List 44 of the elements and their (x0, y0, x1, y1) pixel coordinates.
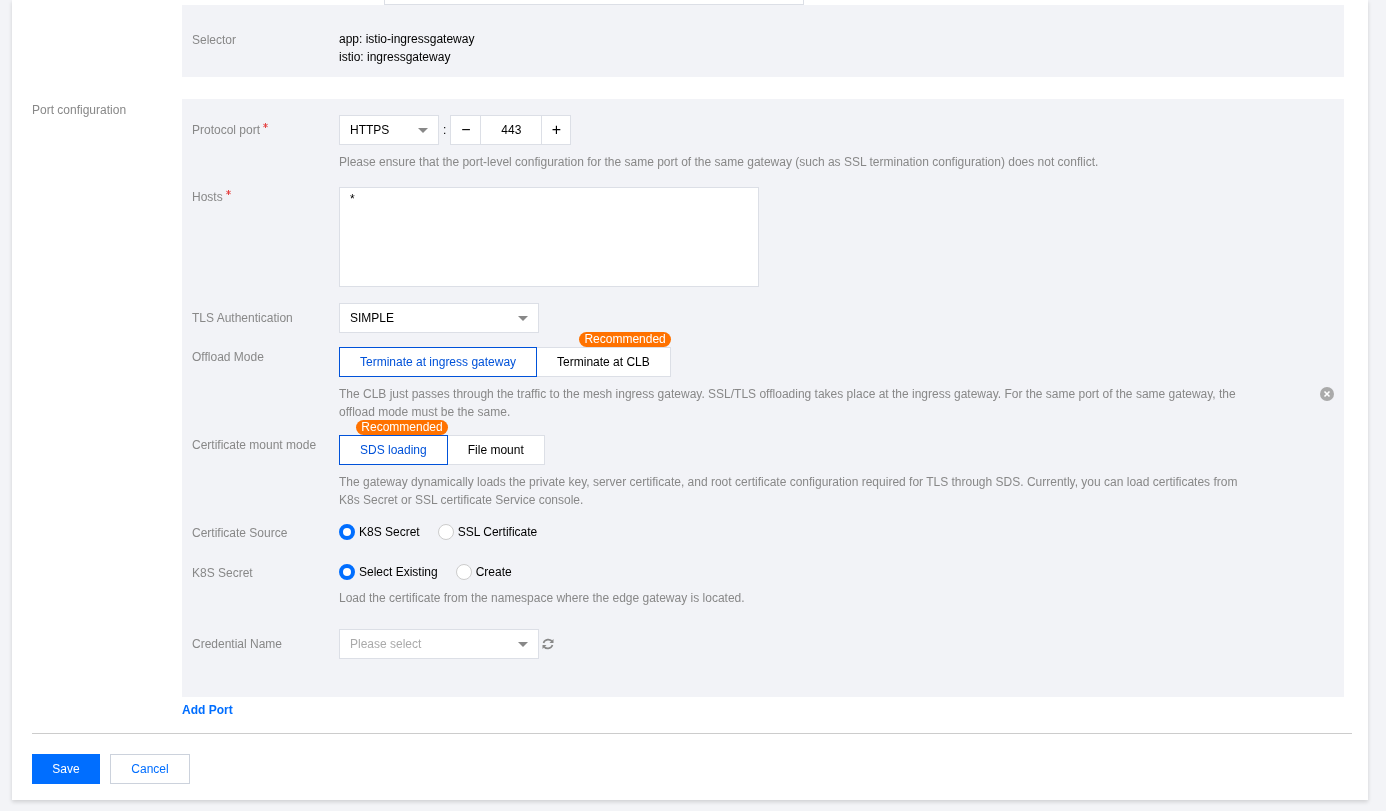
input-field[interactable] (384, 0, 804, 5)
selector-value: istio: ingressgateway (339, 49, 452, 66)
required-icon (263, 123, 269, 128)
field-label: K8S Secret (192, 566, 253, 580)
section-label: Port configuration (32, 102, 128, 119)
caret-icon (518, 641, 528, 647)
recommended-badge: Recommended (579, 332, 671, 347)
select-field[interactable]: SIMPLE (339, 303, 539, 333)
protocol-select[interactable]: HTTPS (339, 115, 439, 145)
segment-tab[interactable]: Terminate at CLB (536, 347, 671, 377)
increment-button[interactable]: + (541, 115, 572, 145)
hint-text: Please ensure that the port-level configuration for the same port of the same gateway (such as SSL termination configuration) does not conflict. (339, 154, 1099, 171)
caret-icon (518, 315, 528, 321)
radio-option[interactable]: K8S Secret (339, 523, 420, 541)
field-label: Certificate Source (192, 526, 288, 540)
radio-option[interactable]: SSL Certificate (437, 523, 538, 541)
radio-option[interactable]: Select Existing (339, 563, 438, 581)
add-port-link[interactable]: Add Port (182, 701, 233, 719)
hint-text: The gateway dynamically loads the private key, server certificate, and root certificate configuration required for TLS through SDS. Currently, you can load certificates from K8s Secret or SSL certificate Service console. (339, 474, 1239, 509)
radio-option[interactable]: Create (455, 563, 512, 581)
field-label: Protocol port (192, 123, 261, 137)
save-button[interactable]: Save (32, 754, 100, 784)
hosts-textarea[interactable]: * (339, 187, 759, 287)
field-label: Selector (192, 32, 238, 49)
field-label: Offload Mode (192, 350, 264, 364)
segment-tab[interactable]: File mount (446, 435, 545, 465)
hint-text: The CLB just passes through the traffic to the mesh ingress gateway. SSL/TLS offloading takes place at the ingress gateway. For the same port of the same gateway, the offload mode must be the same. (339, 386, 1237, 421)
cancel-button[interactable]: Cancel (110, 754, 190, 784)
field-label: Certificate mount mode (192, 438, 317, 452)
field-label: Credential Name (192, 637, 283, 651)
refresh-icon[interactable] (541, 637, 555, 651)
required-icon (225, 190, 231, 195)
segment-tab[interactable]: Terminate at ingress gateway (339, 347, 538, 377)
separator-text: : (443, 122, 447, 139)
caret-icon (418, 127, 428, 133)
port-input[interactable]: 443 (481, 115, 542, 145)
field-label: Hosts (192, 190, 223, 204)
field-label: TLS Authentication (192, 311, 293, 325)
decrement-button[interactable]: − (450, 115, 482, 145)
segment-tab[interactable]: SDS loading (339, 435, 448, 465)
hint-text: Load the certificate from the namespace where the edge gateway is located. (339, 590, 745, 607)
recommended-badge: Recommended (356, 420, 448, 435)
selector-value: app: istio-ingressgateway (339, 31, 475, 48)
close-icon[interactable] (1320, 387, 1334, 401)
